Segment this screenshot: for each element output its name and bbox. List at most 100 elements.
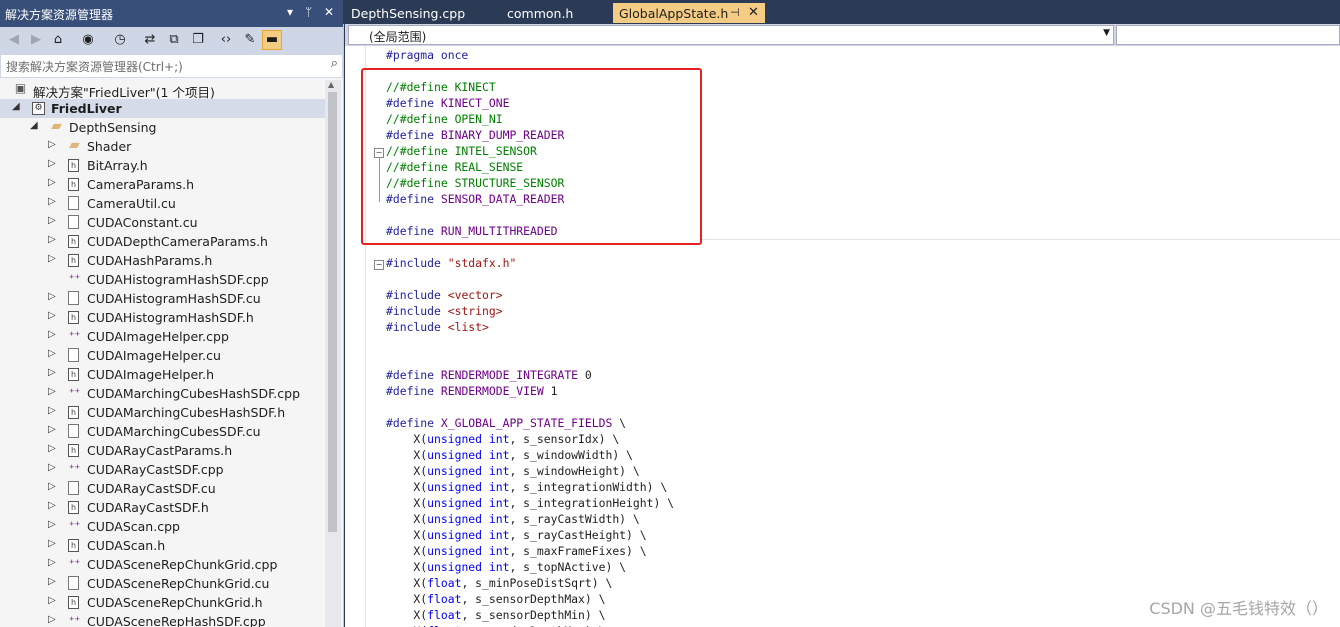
close-icon[interactable]: ✕ <box>324 5 334 19</box>
home-icon[interactable]: ⌂ <box>48 30 68 50</box>
code-line[interactable]: X(unsigned int, s_sensorIdx) \ <box>386 432 619 448</box>
tree-row[interactable]: ▷ h CUDASceneRepChunkGrid.h <box>0 593 325 612</box>
member-dropdown[interactable] <box>1116 25 1340 45</box>
tree-row[interactable]: ◢ ▰ DepthSensing <box>0 118 325 137</box>
tree-row[interactable]: ▷ h CUDARayCastParams.h <box>0 441 325 460</box>
tree-row[interactable]: ▷ h BitArray.h <box>0 156 325 175</box>
tree-row[interactable]: ▷ ⁺⁺ CUDAMarchingCubesHashSDF.cpp <box>0 384 325 403</box>
tab-common-h[interactable]: common.h <box>503 3 613 23</box>
tree-row[interactable]: ▷ h CUDADepthCameraParams.h <box>0 232 325 251</box>
tree-row[interactable]: ⁺⁺ CUDAHistogramHashSDF.cpp <box>0 270 325 289</box>
code-line[interactable]: #include "stdafx.h" <box>386 256 516 272</box>
code-line[interactable]: X(float, s_sensorDepthMax) \ <box>386 592 605 608</box>
expander-icon[interactable]: ▷ <box>48 500 56 511</box>
expander-icon[interactable]: ▷ <box>48 234 56 245</box>
code-line[interactable]: X(unsigned int, s_maxFrameFixes) \ <box>386 544 646 560</box>
tree-row[interactable]: ▷ h CameraParams.h <box>0 175 325 194</box>
scrollbar-thumb[interactable] <box>328 92 337 532</box>
solution-tree-scrollbar[interactable]: ▲ <box>325 80 341 627</box>
code-line[interactable]: X(unsigned int, s_windowHeight) \ <box>386 464 639 480</box>
expander-icon[interactable]: ▷ <box>48 614 56 625</box>
expander-icon[interactable]: ▷ <box>48 367 56 378</box>
expander-icon[interactable]: ▷ <box>48 576 56 587</box>
collapse-all-icon[interactable]: ⧉ <box>164 30 184 50</box>
tree-row[interactable]: ▷ ⁺⁺ CUDASceneRepChunkGrid.cpp <box>0 555 325 574</box>
properties-icon[interactable]: ✎ <box>240 30 260 50</box>
code-line[interactable]: #include <vector> <box>386 288 503 304</box>
code-line[interactable]: X(unsigned int, s_integrationHeight) \ <box>386 496 674 512</box>
scope-dropdown[interactable]: (全局范围) ▼ <box>348 25 1114 45</box>
tab-globalappstate-h[interactable]: GlobalAppState.h ⊣ ✕ <box>613 3 765 23</box>
code-line[interactable]: #define X_GLOBAL_APP_STATE_FIELDS \ <box>386 416 626 432</box>
tree-row[interactable]: ▷ ⁺⁺ CUDAScan.cpp <box>0 517 325 536</box>
tree-row[interactable]: ▷ h CUDAHistogramHashSDF.h <box>0 308 325 327</box>
expander-icon[interactable]: ▷ <box>48 253 56 264</box>
code-line[interactable]: X(unsigned int, s_windowWidth) \ <box>386 448 632 464</box>
sync-icon[interactable]: ⇄ <box>140 30 160 50</box>
expander-icon[interactable]: ▷ <box>48 481 56 492</box>
tree-row[interactable]: ▷ h CUDAImageHelper.h <box>0 365 325 384</box>
tree-row[interactable]: ▷ h CUDARayCastSDF.h <box>0 498 325 517</box>
expander-icon[interactable]: ▷ <box>48 557 56 568</box>
expander-icon[interactable]: ▷ <box>48 215 56 226</box>
expander-icon[interactable]: ▷ <box>48 443 56 454</box>
tree-row[interactable]: ▷ ⁺⁺ CUDASceneRepHashSDF.cpp <box>0 612 325 627</box>
expander-icon[interactable]: ▷ <box>48 538 56 549</box>
tree-row[interactable]: ▷ CUDAHistogramHashSDF.cu <box>0 289 325 308</box>
tree-row[interactable]: ▣ 解决方案"FriedLiver"(1 个项目) <box>0 80 325 100</box>
tree-row[interactable]: ▷ h CUDAHashParams.h <box>0 251 325 270</box>
fold-toggle-icon[interactable]: − <box>374 260 384 270</box>
pin-tab-icon[interactable]: ⊣ <box>730 6 740 19</box>
expander-icon[interactable]: ▷ <box>48 424 56 435</box>
code-line[interactable]: #define RENDERMODE_VIEW 1 <box>386 384 557 400</box>
tree-row[interactable]: ▷ ⁺⁺ CUDARayCastSDF.cpp <box>0 460 325 479</box>
expander-icon[interactable]: ▷ <box>48 595 56 606</box>
close-tab-icon[interactable]: ✕ <box>748 5 759 20</box>
expander-icon[interactable]: ▷ <box>48 348 56 359</box>
expander-icon[interactable]: ▷ <box>48 310 56 321</box>
tree-row[interactable]: ▷ CameraUtil.cu <box>0 194 325 213</box>
code-line[interactable]: #define RENDERMODE_INTEGRATE 0 <box>386 368 592 384</box>
code-line[interactable]: X(unsigned int, s_integrationWidth) \ <box>386 480 667 496</box>
code-line[interactable]: X(unsigned int, s_topNActive) \ <box>386 560 626 576</box>
expander-icon[interactable]: ▷ <box>48 158 56 169</box>
tree-row[interactable]: ▷ CUDASceneRepChunkGrid.cu <box>0 574 325 593</box>
tree-row[interactable]: ▷ CUDAImageHelper.cu <box>0 346 325 365</box>
expander-icon[interactable]: ▷ <box>48 519 56 530</box>
dropdown-icon[interactable]: ▾ <box>287 5 293 19</box>
back-icon[interactable]: ◀ <box>4 30 24 50</box>
expander-icon[interactable]: ▷ <box>48 329 56 340</box>
search-icon[interactable]: ⌕ <box>331 56 338 71</box>
pin-icon[interactable]: ᛘ <box>305 5 312 19</box>
tree-row[interactable]: ▷ ⁺⁺ CUDAImageHelper.cpp <box>0 327 325 346</box>
expander-icon[interactable]: ◢ <box>30 120 38 131</box>
globe-icon[interactable]: ◉ <box>78 30 98 50</box>
tree-row[interactable]: ▷ CUDAMarchingCubesSDF.cu <box>0 422 325 441</box>
code-line[interactable]: X(float, s_sensorDepthMin) \ <box>386 608 605 624</box>
tab-depthsensing-cpp[interactable]: DepthSensing.cpp <box>343 3 503 23</box>
tree-row[interactable]: ▷ ▰ Shader <box>0 137 325 156</box>
expander-icon[interactable]: ▷ <box>48 177 56 188</box>
code-line[interactable]: X(unsigned int, s_rayCastWidth) \ <box>386 512 639 528</box>
view-code-icon[interactable]: ‹› <box>216 30 236 50</box>
code-line[interactable]: #include <list> <box>386 320 489 336</box>
expander-icon[interactable]: ◢ <box>12 101 20 112</box>
code-line[interactable]: #pragma once <box>386 48 468 64</box>
solution-explorer-search-input[interactable]: 搜索解决方案资源管理器(Ctrl+;) ⌕ <box>0 54 343 78</box>
preview-selected-icon[interactable]: ▬ <box>262 30 282 50</box>
forward-icon[interactable]: ▶ <box>26 30 46 50</box>
code-line[interactable]: X(float, s_minPoseDistSqrt) \ <box>386 576 612 592</box>
code-line[interactable]: #include <string> <box>386 304 503 320</box>
scroll-up-icon[interactable]: ▲ <box>328 80 334 89</box>
tree-row[interactable]: ▷ CUDAConstant.cu <box>0 213 325 232</box>
expander-icon[interactable]: ▷ <box>48 291 56 302</box>
show-all-files-icon[interactable]: ❐ <box>188 30 208 50</box>
tree-row[interactable]: ▷ h CUDAMarchingCubesHashSDF.h <box>0 403 325 422</box>
tree-row[interactable]: ▷ h CUDAScan.h <box>0 536 325 555</box>
code-line[interactable]: X(unsigned int, s_rayCastHeight) \ <box>386 528 646 544</box>
tree-row[interactable]: ▷ CUDARayCastSDF.cu <box>0 479 325 498</box>
expander-icon[interactable]: ▷ <box>48 139 56 150</box>
expander-icon[interactable]: ▷ <box>48 405 56 416</box>
expander-icon[interactable]: ▷ <box>48 462 56 473</box>
history-icon[interactable]: ◷ <box>110 30 130 50</box>
